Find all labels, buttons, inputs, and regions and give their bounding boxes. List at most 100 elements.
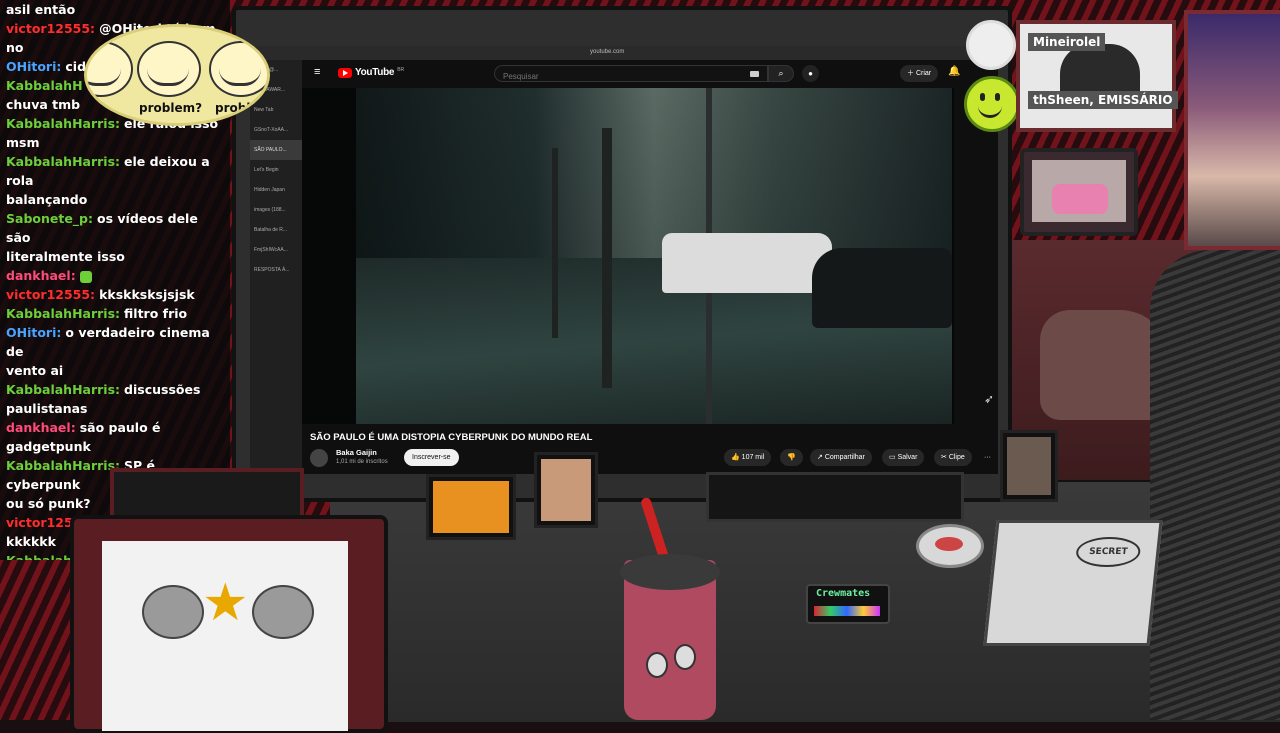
secret-box: SECRET xyxy=(983,520,1163,646)
subscribe-button[interactable]: Inscrever-se xyxy=(404,449,459,466)
chat-username[interactable]: KabbalahHarris: xyxy=(6,154,120,169)
chat-message: msm xyxy=(6,133,224,152)
notifications-bell-icon[interactable]: 🔔 xyxy=(948,66,960,77)
video-dark-car xyxy=(812,248,952,328)
chat-text: cid xyxy=(65,59,87,74)
star-icon: ★ xyxy=(202,574,249,632)
browser-tab[interactable]: images (188... xyxy=(250,200,302,220)
chat-username[interactable]: victor12555: xyxy=(6,21,95,36)
eye-drawing xyxy=(142,585,204,639)
menu-icon[interactable]: ≡ xyxy=(314,67,324,78)
channel-avatar[interactable] xyxy=(310,449,328,467)
collage-tv: ★ xyxy=(70,515,388,733)
eye-drawing xyxy=(252,585,314,639)
save-button[interactable]: ▭ Salvar xyxy=(882,449,925,466)
chat-message: dankhael: são paulo é xyxy=(6,418,224,437)
chat-message: KabbalahHarris: filtro frio xyxy=(6,304,224,323)
chat-text: chuva tmb xyxy=(6,97,81,112)
chat-text: vento ai xyxy=(6,363,64,378)
browser-tab[interactable]: GSnoT-XoAA... xyxy=(250,120,302,140)
video-player[interactable] xyxy=(302,88,954,424)
cam-name-label: Mineirolel xyxy=(1028,33,1106,51)
chat-username[interactable]: Sabonete_p: xyxy=(6,211,93,226)
youtube-play-icon xyxy=(338,67,352,78)
chat-message: balançando xyxy=(6,190,224,209)
more-actions-button[interactable]: ··· xyxy=(982,449,993,466)
chat-username[interactable]: OHitori: xyxy=(6,325,61,340)
chat-username[interactable]: victor12555: xyxy=(6,287,95,302)
video-white-truck xyxy=(662,233,832,293)
phone-widget: Crewmates xyxy=(806,584,890,624)
clip-button[interactable]: ✂ Clipe xyxy=(934,449,972,466)
chat-text: asil então xyxy=(6,2,76,17)
chat-username[interactable]: KabbalahH xyxy=(6,78,83,93)
sofa xyxy=(1150,250,1280,720)
chat-message: KabbalahHarris: discussões xyxy=(6,380,224,399)
chat-message: Sabonete_p: os vídeos dele são xyxy=(6,209,224,247)
chat-message: KabbalahHarris: ele deixou a rola xyxy=(6,152,224,190)
keyboard-icon[interactable] xyxy=(750,71,759,77)
search-button[interactable]: ⌕ xyxy=(768,65,794,82)
collage-tv-screen: ★ xyxy=(102,541,348,731)
video-tree xyxy=(552,148,558,338)
chat-text: filtro frio xyxy=(124,306,188,321)
mouse-cursor-icon: ➶ xyxy=(984,392,995,406)
crewmates-bar xyxy=(814,606,880,616)
cup-sticker xyxy=(646,652,668,678)
streamer-facecam xyxy=(1184,10,1280,250)
browser-tab[interactable]: Let's Begin xyxy=(250,160,302,180)
mini-tv xyxy=(1020,148,1138,236)
chat-username[interactable]: KabbalahHarris: xyxy=(6,116,120,131)
chat-username[interactable]: KabbalahHarris: xyxy=(6,306,120,321)
browser-tab[interactable]: FmjShIWcAA... xyxy=(250,240,302,260)
chat-username[interactable]: KabbalahHarris: xyxy=(6,458,120,473)
youtube-logo[interactable]: YouTube BR xyxy=(338,67,404,78)
chat-username[interactable]: dankhael: xyxy=(6,268,76,283)
drink-cup xyxy=(620,554,720,720)
browser-titlebar: youtube.com xyxy=(250,46,998,60)
browser-tab[interactable]: Batalha de R... xyxy=(250,220,302,240)
share-button[interactable]: ↗ Compartilhar xyxy=(810,449,872,466)
troll-face-emote: problem? probl xyxy=(84,24,270,126)
viewer-avatar xyxy=(966,20,1016,70)
chat-emote-icon xyxy=(79,270,92,283)
dislike-button[interactable]: 👎 xyxy=(780,449,803,466)
chat-text: discussões xyxy=(124,382,201,397)
chat-message: literalmente isso xyxy=(6,247,224,266)
chat-text: são paulo é xyxy=(79,420,161,435)
chat-text: balançando xyxy=(6,192,88,207)
url-bar[interactable]: youtube.com xyxy=(590,49,624,55)
chat-message: OHitori: o verdadeiro cinema de xyxy=(6,323,224,361)
browser-tab[interactable]: Hidden Japan xyxy=(250,180,302,200)
chat-username[interactable]: OHitori: xyxy=(6,59,61,74)
browser-tab[interactable]: New Tab xyxy=(250,100,302,120)
browser-tab[interactable]: SÃO PAULO... xyxy=(250,140,302,160)
photo-frame-person xyxy=(534,452,598,528)
troll-face-icon xyxy=(209,41,267,97)
chat-username[interactable]: dankhael: xyxy=(6,420,76,435)
photo-frame-ape xyxy=(426,474,516,540)
chat-text: msm xyxy=(6,135,40,150)
video-title: SÃO PAULO É UMA DISTOPIA CYBERPUNK DO MU… xyxy=(310,432,593,443)
chat-message: vento ai xyxy=(6,361,224,380)
mini-tv-screen xyxy=(1032,160,1126,222)
mic-icon[interactable]: ● xyxy=(802,65,819,82)
desk-keyboard-box xyxy=(706,472,964,522)
channel-name[interactable]: Baka Gaijin xyxy=(336,448,377,457)
photo-frame-portrait xyxy=(1000,430,1058,502)
chat-text: gadgetpunk xyxy=(6,439,91,454)
chat-message: paulistanas xyxy=(6,399,224,418)
like-button[interactable]: 👍 107 mil xyxy=(724,449,772,466)
search-box xyxy=(494,65,768,84)
troll-face-icon xyxy=(87,41,133,97)
chat-message: gadgetpunk xyxy=(6,437,224,456)
chat-message: asil então xyxy=(6,0,224,19)
youtube-header: ≡ YouTube BR ⌕ ● ＋ Criar 🔔 xyxy=(302,60,998,88)
search-input[interactable] xyxy=(495,69,731,84)
browser-tab[interactable]: RESPOSTA À... xyxy=(250,260,302,280)
chat-username[interactable]: KabbalahHarris: xyxy=(6,382,120,397)
chat-text: literalmente isso xyxy=(6,249,125,264)
create-button[interactable]: ＋ Criar xyxy=(900,65,939,82)
vertical-tab-list: utopia @...2024 AWAR...New TabGSnoT-XoAA… xyxy=(250,60,302,474)
chat-text: ou só punk? xyxy=(6,496,91,511)
